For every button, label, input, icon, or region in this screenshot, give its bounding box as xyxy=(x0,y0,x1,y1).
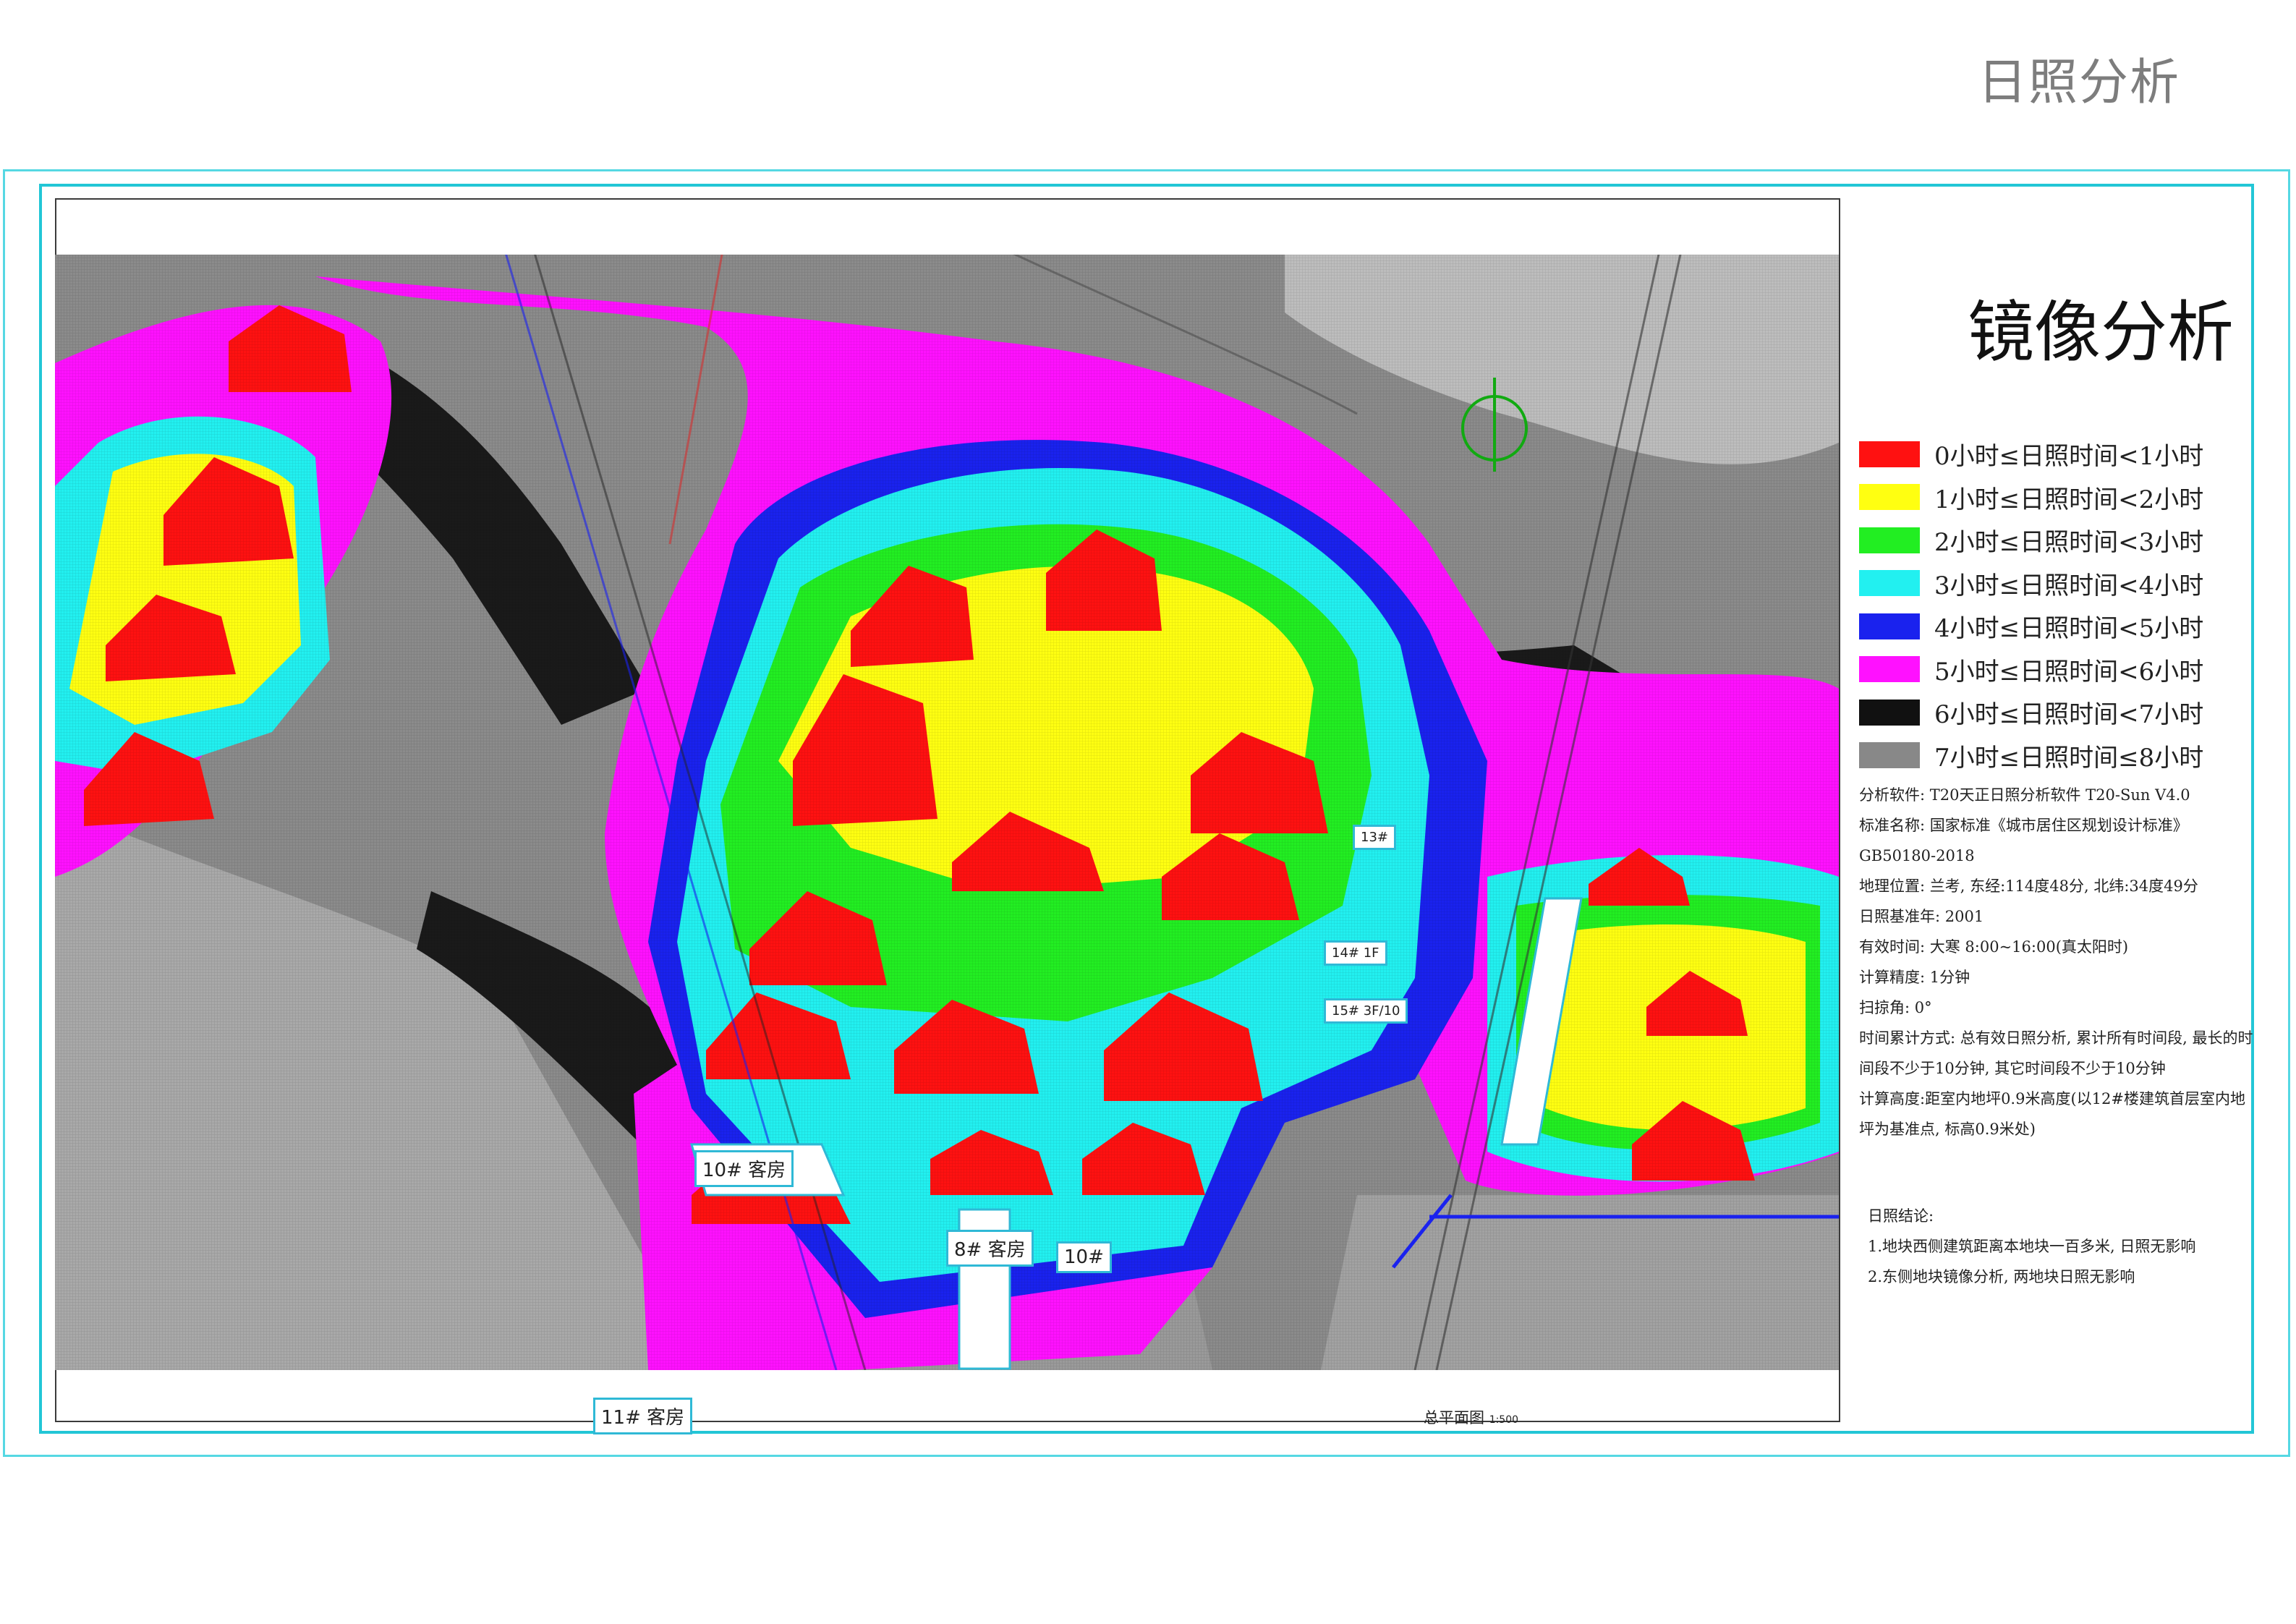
building-label-14: 14# 1F xyxy=(1324,940,1387,966)
legend-label: 4小时≤日照时间<5小时 xyxy=(1934,614,2204,644)
page-title: 日照分析 xyxy=(1977,54,2180,111)
calc-height-line: 计算高度:距室内地坪0.9米高度(以12#楼建筑首层室内地坪为基准点, 标高0.… xyxy=(1859,1090,2245,1138)
legend-swatch xyxy=(1859,484,1920,511)
location-line: 地理位置: 兰考, 东经:114度48分, 北纬:34度49分 xyxy=(1859,877,2198,895)
building-label-13: 13# xyxy=(1353,825,1396,850)
base-year-line: 日照基准年: 2001 xyxy=(1859,908,1984,925)
legend-label: 1小时≤日照时间<2小时 xyxy=(1934,485,2204,514)
valid-time-line: 有效时间: 大寒 8:00~16:00(真太阳时) xyxy=(1859,938,2129,956)
building-label-15: 15# 3F/10 xyxy=(1324,998,1408,1024)
precision-line: 计算精度: 1分钟 xyxy=(1859,969,1970,986)
legend-swatch xyxy=(1859,656,1920,683)
legend-item: 0小时≤日照时间<1小时 xyxy=(1859,433,2250,476)
sunlight-conclusion: 日照结论: 1.地块西侧建筑距离本地块一百多米, 日照无影响 2.东侧地块镜像分… xyxy=(1868,1201,2258,1292)
legend-item: 5小时≤日照时间<6小时 xyxy=(1859,648,2250,692)
plan-caption: 总平面图 1:500 xyxy=(1424,1406,1518,1428)
legend-label: 3小时≤日照时间<4小时 xyxy=(1934,571,2204,600)
standard-code-line: GB50180-2018 xyxy=(1859,847,1975,864)
scan-angle-line: 扫掠角: 0° xyxy=(1859,999,1932,1016)
accumulation-line: 时间累计方式: 总有效日照分析, 累计所有时间段, 最长的时间段不少于10分钟,… xyxy=(1859,1029,2253,1077)
plan-caption-scale: 1:500 xyxy=(1489,1414,1519,1426)
building-label-11: 11# 客房 xyxy=(593,1398,693,1434)
sunlight-legend: 0小时≤日照时间<1小时 1小时≤日照时间<2小时 2小时≤日照时间<3小时 3… xyxy=(1859,433,2250,777)
conclusion-title: 日照结论: xyxy=(1868,1207,1934,1225)
standard-line: 标准名称: 国家标准《城市居住区规划设计标准》 xyxy=(1859,817,2188,834)
legend-label: 2小时≤日照时间<3小时 xyxy=(1934,528,2204,558)
legend-item: 2小时≤日照时间<3小时 xyxy=(1859,519,2250,562)
analysis-parameters: 分析软件: T20天正日照分析软件 T20-Sun V4.0 标准名称: 国家标… xyxy=(1859,780,2253,1144)
legend-label: 7小时≤日照时间≤8小时 xyxy=(1934,743,2204,773)
software-line: 分析软件: T20天正日照分析软件 T20-Sun V4.0 xyxy=(1859,786,2190,804)
legend-swatch xyxy=(1859,699,1920,726)
building-label-10: 10# 客房 xyxy=(694,1150,794,1187)
legend-label: 0小时≤日照时间<1小时 xyxy=(1934,442,2204,472)
legend-swatch xyxy=(1859,441,1920,467)
legend-item: 6小时≤日照时间<7小时 xyxy=(1859,691,2250,734)
legend-item: 7小时≤日照时间≤8小时 xyxy=(1859,734,2250,778)
legend-swatch xyxy=(1859,570,1920,597)
building-label-10b: 10# xyxy=(1056,1241,1112,1273)
conclusion-item: 2.东侧地块镜像分析, 两地块日照无影响 xyxy=(1868,1268,2135,1285)
legend-swatch xyxy=(1859,742,1920,769)
conclusion-item: 1.地块西侧建筑距离本地块一百多米, 日照无影响 xyxy=(1868,1238,2196,1255)
mirror-analysis-title: 镜像分析 xyxy=(1968,294,2235,371)
plan-caption-label: 总平面图 xyxy=(1424,1409,1484,1427)
sunlight-analysis-plan xyxy=(55,255,1839,1370)
legend-swatch xyxy=(1859,613,1920,639)
legend-item: 4小时≤日照时间<5小时 xyxy=(1859,605,2250,648)
legend-label: 5小时≤日照时间<6小时 xyxy=(1934,657,2204,686)
legend-label: 6小时≤日照时间<7小时 xyxy=(1934,700,2204,730)
legend-item: 3小时≤日照时间<4小时 xyxy=(1859,562,2250,605)
legend-swatch xyxy=(1859,527,1920,553)
building-label-8: 8# 客房 xyxy=(946,1230,1034,1267)
legend-item: 1小时≤日照时间<2小时 xyxy=(1859,476,2250,519)
